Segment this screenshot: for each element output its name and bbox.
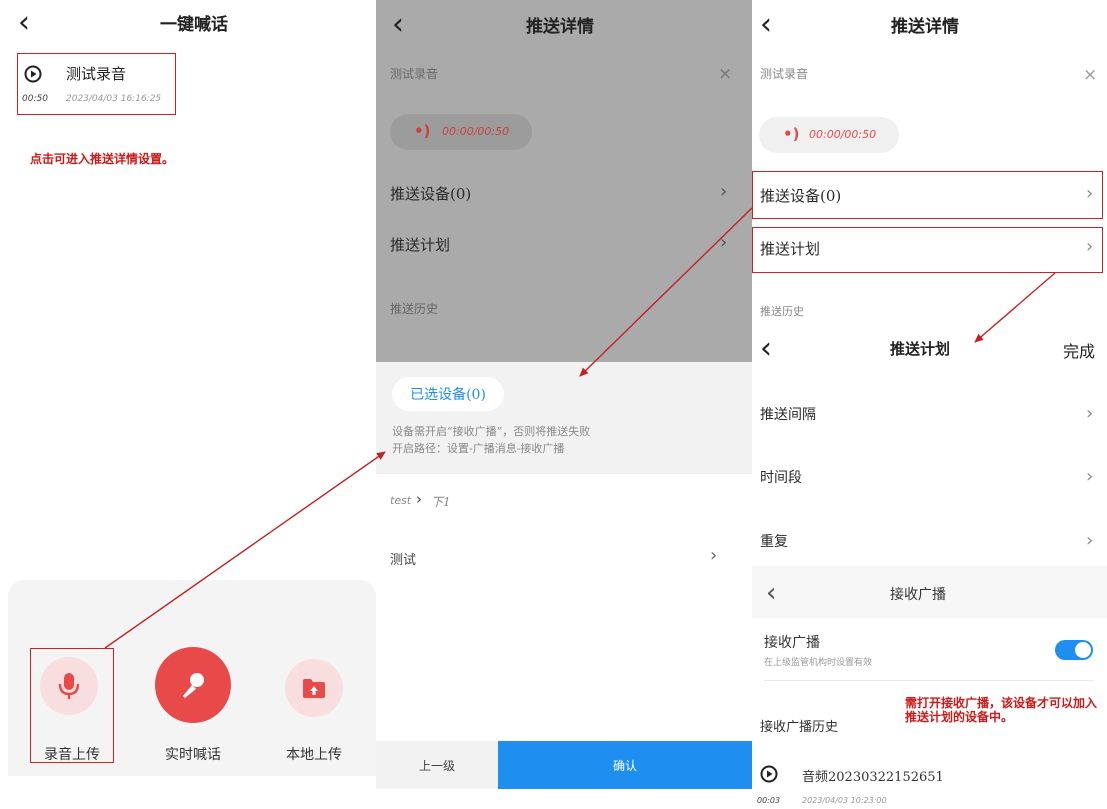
annotation-arrows [104, 207, 1056, 649]
